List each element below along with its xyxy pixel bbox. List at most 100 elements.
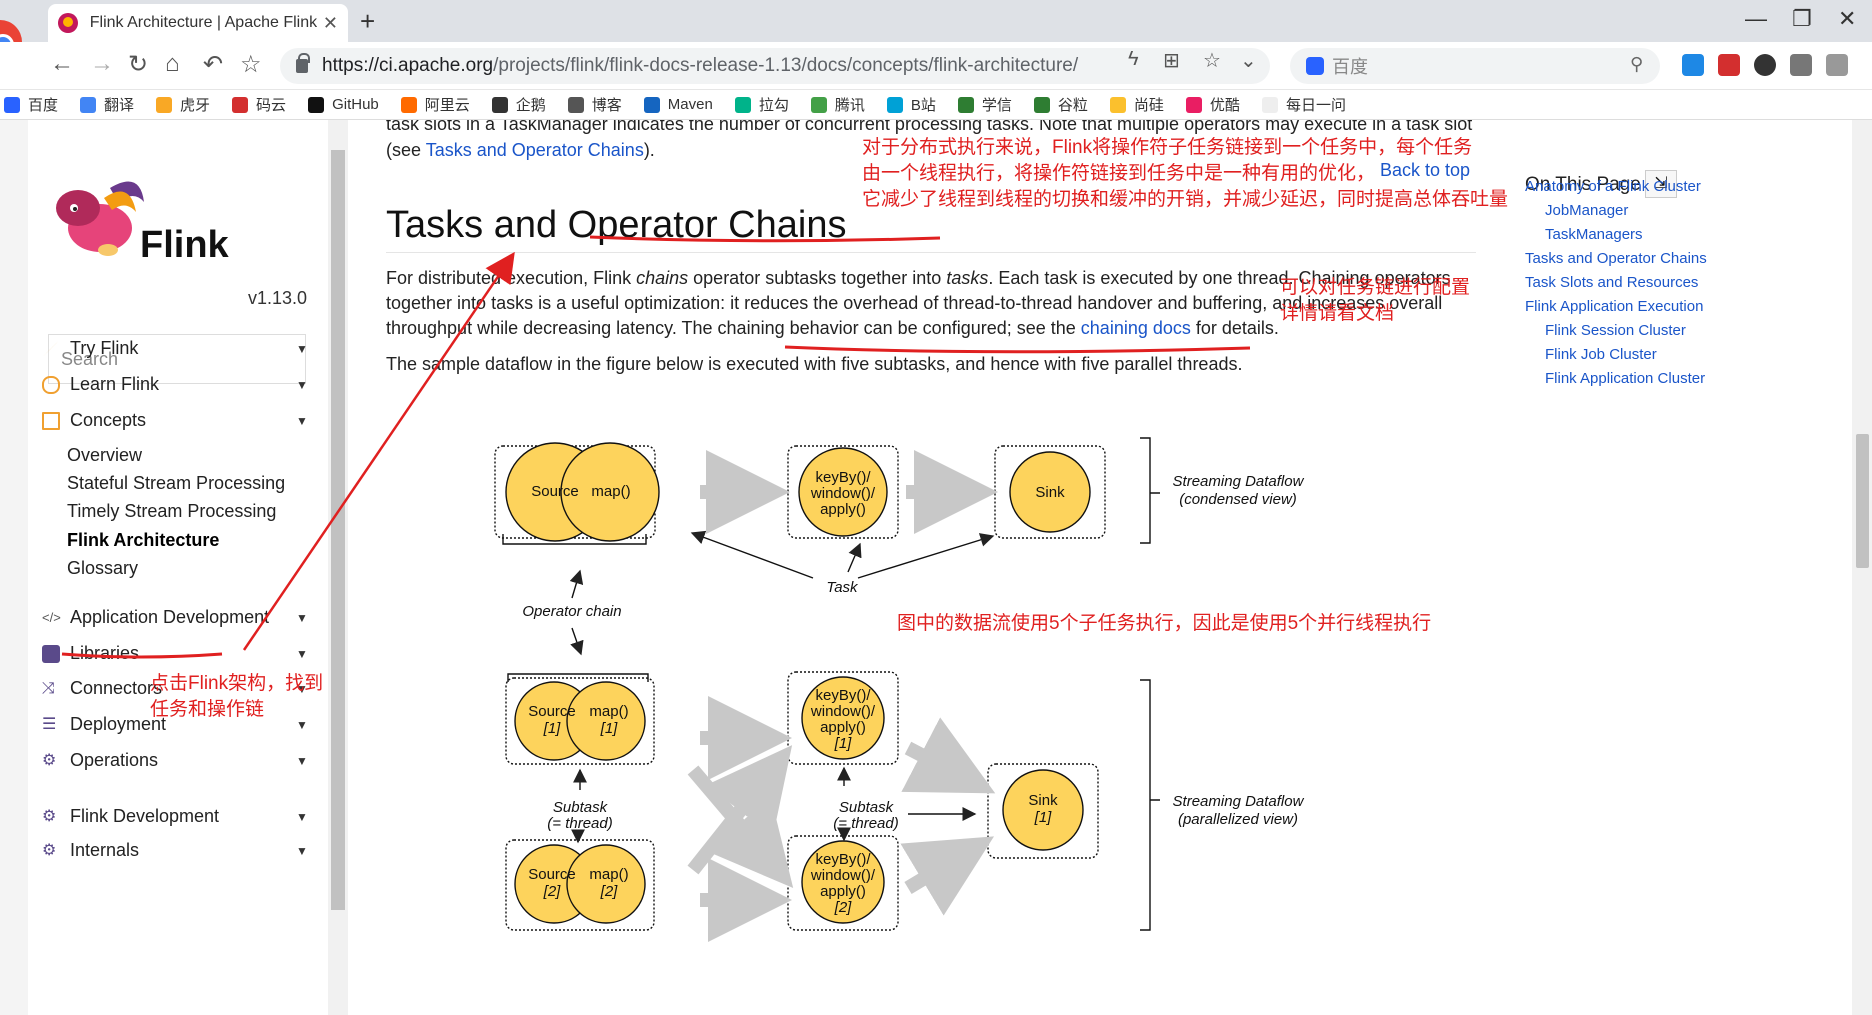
scrollbar-thumb[interactable] <box>331 150 345 910</box>
tab-close-icon[interactable]: ✕ <box>323 13 338 34</box>
bookmark-item[interactable]: GitHub <box>308 96 379 113</box>
nav-concepts[interactable]: Concepts ▼ <box>42 410 332 431</box>
chain-arrow-up <box>569 569 584 599</box>
magnifier-icon[interactable]: ⚲ <box>1630 54 1643 75</box>
close-window-button[interactable]: ✕ <box>1838 6 1856 32</box>
address-bar[interactable]: https://ci.apache.org/projects/flink/fli… <box>280 48 1270 84</box>
toc-tasks-operator-chains[interactable]: Tasks and Operator Chains <box>1525 250 1707 267</box>
caret-down-icon[interactable]: ▼ <box>296 810 308 824</box>
url-text: https://ci.apache.org/projects/flink/fli… <box>322 55 1079 76</box>
subtask-1-l1: Subtask <box>553 799 609 816</box>
browser-tab[interactable]: Flink Architecture | Apache Flink ✕ <box>48 4 348 42</box>
toc-application-cluster[interactable]: Flink Application Cluster <box>1545 370 1705 387</box>
bookmark-item[interactable]: 企鹅 <box>491 94 546 115</box>
nav-stateful-stream-processing[interactable]: Stateful Stream Processing <box>67 473 285 494</box>
nav-label: Concepts <box>70 410 147 430</box>
caret-down-icon[interactable]: ▼ <box>296 754 308 768</box>
lightning-icon[interactable]: ϟ <box>1128 48 1139 71</box>
bookmark-label: 每日一问 <box>1285 97 1346 114</box>
toc-jobmanager[interactable]: JobManager <box>1545 202 1628 219</box>
annotation-top-line-3: 它减少了线程到线程的切换和缓冲的开销，并减少延迟，同时提高总体吞吐量 <box>862 189 1509 210</box>
bookmark-item[interactable]: 百度 <box>4 94 58 115</box>
bookmark-favicon-icon <box>400 96 417 113</box>
subtask-1-l2: (= thread) <box>547 815 612 832</box>
new-tab-button[interactable]: + <box>360 6 375 37</box>
caret-down-icon[interactable]: ▼ <box>296 378 308 392</box>
bookmark-star-icon[interactable]: ☆ <box>1203 48 1221 73</box>
book-icon <box>42 411 60 430</box>
nav-flink-architecture[interactable]: Flink Architecture <box>67 530 219 551</box>
nav-timely-stream-processing[interactable]: Timely Stream Processing <box>67 501 276 522</box>
forward-icon[interactable]: → <box>90 50 114 78</box>
annotation-top-line-2: 由一个线程执行，将操作符链接到任务中是一种有用的优化， <box>862 163 1376 184</box>
extensions-icon[interactable] <box>1826 54 1848 76</box>
chaining-docs-link[interactable]: chaining docs <box>1081 318 1191 338</box>
caret-down-icon[interactable]: ▼ <box>296 611 308 625</box>
nav-label: Operations <box>70 750 159 770</box>
tasks-operator-chains-link[interactable]: Tasks and Operator Chains <box>426 140 644 160</box>
chevron-down-icon[interactable]: ⌄ <box>1240 48 1257 73</box>
nav-internals[interactable]: ⚙ Internals ▼ <box>42 840 332 861</box>
toc-taskmanagers[interactable]: TaskManagers <box>1545 226 1643 243</box>
nav-try-flink[interactable]: Try Flink ▼ <box>42 338 332 359</box>
annotation-top-line-1: 对于分布式执行来说，Flink将操作符子任务链接到一个任务中，每个任务 <box>862 137 1473 158</box>
page-scrollbar[interactable] <box>1852 120 1872 1015</box>
nav-glossary[interactable]: Glossary <box>67 558 138 579</box>
nav-overview[interactable]: Overview <box>67 445 142 466</box>
code-icon: </> <box>42 609 61 625</box>
nav-operations[interactable]: ⚙ Operations ▼ <box>42 750 332 771</box>
dark-mode-icon[interactable] <box>1754 54 1776 76</box>
nav-libraries[interactable]: Libraries ▼ <box>42 643 332 664</box>
minimize-button[interactable]: — <box>1745 6 1767 32</box>
tab-strip: Flink Architecture | Apache Flink ✕ + — … <box>0 0 1872 64</box>
logo-text[interactable]: Flink <box>140 224 229 267</box>
bookmark-item[interactable]: 翻译 <box>80 94 134 115</box>
paragraph-1-line-3: throughput while decreasing latency. The… <box>386 318 1279 338</box>
caret-down-icon[interactable]: ▼ <box>296 414 308 428</box>
translate-extension-icon[interactable] <box>1682 54 1704 76</box>
bookmark-item[interactable]: 学信 <box>957 94 1012 115</box>
caret-down-icon[interactable]: ▼ <box>296 718 308 732</box>
caret-down-icon[interactable]: ▼ <box>296 342 308 356</box>
home-icon[interactable]: ⌂ <box>165 50 180 78</box>
bookmark-item[interactable]: 谷粒 <box>1033 94 1088 115</box>
bookmark-item[interactable]: 博客 <box>567 94 622 115</box>
search-engine-box[interactable]: 百度 ⚲ <box>1290 48 1660 84</box>
condensed-label-1: Streaming Dataflow <box>1173 473 1305 490</box>
bookmark-item[interactable]: 每日一问 <box>1261 94 1346 115</box>
toc-anatomy[interactable]: Anatomy of a Flink Cluster <box>1525 178 1701 195</box>
bookmark-item[interactable]: 尚硅 <box>1109 94 1164 115</box>
keyby-1-l1: keyBy()/ <box>815 687 871 704</box>
toc-session-cluster[interactable]: Flink Session Cluster <box>1545 322 1686 339</box>
restore-button[interactable]: ❐ <box>1792 6 1812 32</box>
download-icon[interactable] <box>1790 54 1812 76</box>
star-icon[interactable]: ☆ <box>240 50 262 79</box>
translate-icon[interactable]: ⊞ <box>1163 48 1180 73</box>
nav-flink-development[interactable]: ⚙ Flink Development ▼ <box>42 806 332 827</box>
back-to-top-link[interactable]: Back to top <box>1380 160 1470 181</box>
scrollbar-thumb[interactable] <box>1856 434 1869 568</box>
pdf-extension-icon[interactable] <box>1718 54 1740 76</box>
nav-learn-flink[interactable]: Learn Flink ▼ <box>42 374 332 395</box>
bookmark-item[interactable]: 拉勾 <box>734 94 789 115</box>
toc-application-execution[interactable]: Flink Application Execution <box>1525 298 1703 315</box>
caret-down-icon[interactable]: ▼ <box>296 844 308 858</box>
annotation-config-line-2: 详情请看文档 <box>1280 303 1395 324</box>
sidebar-scrollbar[interactable] <box>328 120 348 1015</box>
back-icon[interactable]: ← <box>50 50 74 78</box>
bookmark-item[interactable]: 腾讯 <box>810 94 865 115</box>
nav-application-development[interactable]: </> Application Development ▼ <box>42 607 332 628</box>
bookmark-label: 拉勾 <box>758 97 789 114</box>
bookmark-item[interactable]: B站 <box>886 94 936 115</box>
bookmark-label: 阿里云 <box>424 97 470 114</box>
bookmark-item[interactable]: 阿里云 <box>400 94 470 115</box>
bookmark-item[interactable]: 虎牙 <box>156 94 210 115</box>
bookmark-item[interactable]: 码云 <box>232 94 286 115</box>
bookmark-item[interactable]: 优酷 <box>1185 94 1240 115</box>
caret-down-icon[interactable]: ▼ <box>296 647 308 661</box>
reload-icon[interactable]: ↻ <box>128 50 148 79</box>
undo-icon[interactable]: ↶ <box>203 50 223 79</box>
toc-task-slots[interactable]: Task Slots and Resources <box>1525 274 1698 291</box>
bookmark-item[interactable]: Maven <box>643 96 713 113</box>
toc-job-cluster[interactable]: Flink Job Cluster <box>1545 346 1657 363</box>
